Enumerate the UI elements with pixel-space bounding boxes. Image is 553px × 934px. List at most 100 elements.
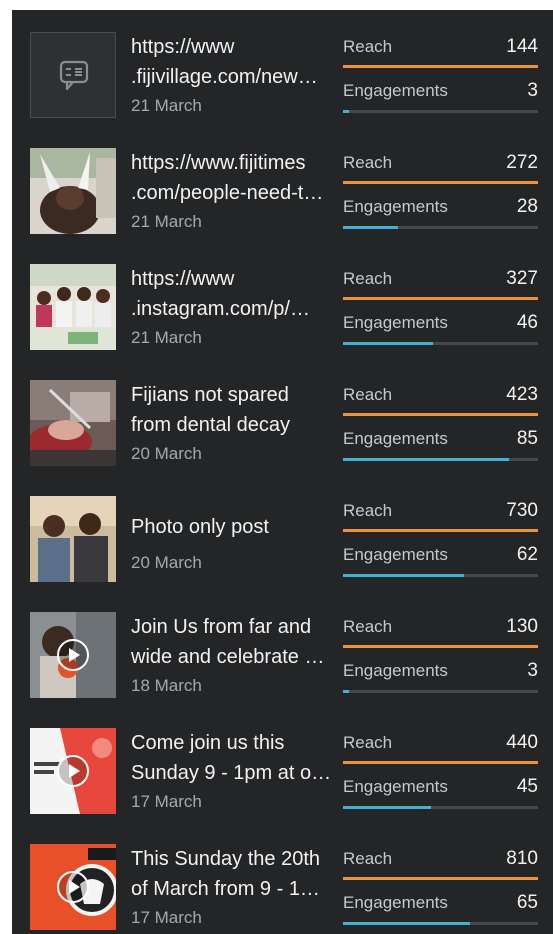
reach-label: Reach (343, 617, 393, 636)
post-date: 21 March (131, 96, 202, 115)
reach-bar (343, 413, 538, 416)
post-date: 21 March (131, 328, 202, 347)
post-title-line-2: from dental decay (131, 414, 290, 436)
post-row[interactable]: Join Us from far and wide and celebrate … (12, 590, 553, 706)
engagements-bar-fill (343, 922, 470, 925)
post-date: 20 March (131, 553, 202, 572)
post-row[interactable]: This Sunday the 20th of March from 9 - 1… (12, 822, 553, 934)
reach-bar (343, 877, 538, 880)
reach-label: Reach (343, 733, 393, 752)
engagements-bar (343, 226, 538, 229)
engagements-label: Engagements (343, 429, 448, 448)
post-title-line-1: https://www (131, 268, 235, 290)
reach-value: 144 (506, 36, 538, 57)
post-title[interactable]: This Sunday the 20th of March from 9 - 1… (131, 844, 331, 904)
post-date: 17 March (131, 792, 202, 811)
engagements-value: 46 (516, 312, 538, 333)
engagements-label: Engagements (343, 197, 448, 216)
reach-bar (343, 181, 538, 184)
reach-bar-fill (343, 181, 538, 184)
reach-label: Reach (343, 269, 393, 288)
post-title[interactable]: Join Us from far and wide and celebrate … (131, 612, 331, 672)
engagements-bar (343, 806, 538, 809)
post-title-line-1: Fijians not spared (131, 384, 289, 406)
reach-bar (343, 65, 538, 68)
engagements-bar (343, 574, 538, 577)
engagements-bar-fill (343, 226, 398, 229)
post-row[interactable]: Fijians not spared from dental decay 20 … (12, 358, 553, 474)
engagements-value: 65 (516, 892, 538, 913)
post-date: 17 March (131, 908, 202, 927)
engagements-label: Engagements (343, 81, 448, 100)
engagements-bar (343, 342, 538, 345)
engagements-value: 3 (527, 660, 538, 681)
comment-icon (59, 60, 89, 91)
post-thumbnail (30, 380, 116, 466)
reach-bar-fill (343, 297, 538, 300)
reach-bar-fill (343, 413, 538, 416)
post-title-line-1: https://www.fijitimes (131, 152, 306, 174)
engagements-value: 3 (527, 80, 538, 101)
reach-value: 440 (506, 732, 538, 753)
engagements-value: 62 (516, 544, 538, 565)
reach-value: 730 (506, 500, 538, 521)
engagements-label: Engagements (343, 893, 448, 912)
engagements-bar-fill (343, 806, 431, 809)
engagements-label: Engagements (343, 777, 448, 796)
post-row[interactable]: https://www .fijivillage.com/new… 21 Mar… (12, 10, 553, 126)
reach-label: Reach (343, 501, 393, 520)
engagements-bar-fill (343, 110, 349, 113)
post-title[interactable]: Fijians not spared from dental decay (131, 380, 331, 440)
engagements-bar (343, 110, 538, 113)
reach-value: 130 (506, 616, 538, 637)
post-date: 21 March (131, 212, 202, 231)
engagements-bar-fill (343, 342, 433, 345)
photo-thumbnail (30, 148, 116, 234)
post-title-line-2: .com/people-need-t… (131, 182, 324, 204)
reach-label: Reach (343, 153, 393, 172)
engagements-value: 45 (516, 776, 538, 797)
reach-value: 810 (506, 848, 538, 869)
reach-label: Reach (343, 385, 393, 404)
post-row[interactable]: https://www.fijitimes .com/people-need-t… (12, 126, 553, 242)
post-title-line-2: Sunday 9 - 1pm at o… (131, 762, 331, 784)
photo-thumbnail (30, 380, 116, 466)
reach-label: Reach (343, 849, 393, 868)
post-title-line-1: Join Us from far and (131, 616, 312, 638)
post-list-panel: https://www .fijivillage.com/new… 21 Mar… (12, 10, 553, 934)
reach-bar (343, 645, 538, 648)
engagements-label: Engagements (343, 545, 448, 564)
post-thumbnail (30, 496, 116, 582)
post-title[interactable]: Photo only post (131, 512, 331, 542)
reach-bar (343, 761, 538, 764)
reach-value: 272 (506, 152, 538, 173)
post-row[interactable]: Photo only post 20 March Reach 730 Engag… (12, 474, 553, 590)
video-thumbnail (30, 844, 116, 930)
reach-bar-fill (343, 645, 538, 648)
post-row[interactable]: Come join us this Sunday 9 - 1pm at o… 1… (12, 706, 553, 822)
reach-bar (343, 529, 538, 532)
engagements-bar-fill (343, 574, 464, 577)
engagements-bar (343, 690, 538, 693)
reach-label: Reach (343, 37, 393, 56)
post-title-line-2: of March from 9 - 1… (131, 878, 320, 900)
reach-bar-fill (343, 761, 538, 764)
engagements-bar (343, 922, 538, 925)
post-title[interactable]: https://www.fijitimes .com/people-need-t… (131, 148, 331, 208)
engagements-bar-fill (343, 690, 349, 693)
video-thumbnail (30, 728, 116, 814)
post-title-line-2: .fijivillage.com/new… (131, 66, 318, 88)
post-title[interactable]: https://www .instagram.com/p/… (131, 264, 331, 324)
post-row[interactable]: https://www .instagram.com/p/… 21 March … (12, 242, 553, 358)
post-title-line-2: wide and celebrate … (131, 646, 325, 668)
post-thumbnail (30, 612, 116, 698)
post-thumbnail (30, 32, 116, 118)
post-date: 20 March (131, 444, 202, 463)
post-title[interactable]: Come join us this Sunday 9 - 1pm at o… (131, 728, 331, 788)
post-title[interactable]: https://www .fijivillage.com/new… (131, 32, 331, 92)
engagements-value: 28 (516, 196, 538, 217)
engagements-label: Engagements (343, 661, 448, 680)
reach-bar-fill (343, 877, 538, 880)
post-title-line-1: Photo only post (131, 516, 269, 538)
post-title-line-1: Come join us this (131, 732, 285, 754)
